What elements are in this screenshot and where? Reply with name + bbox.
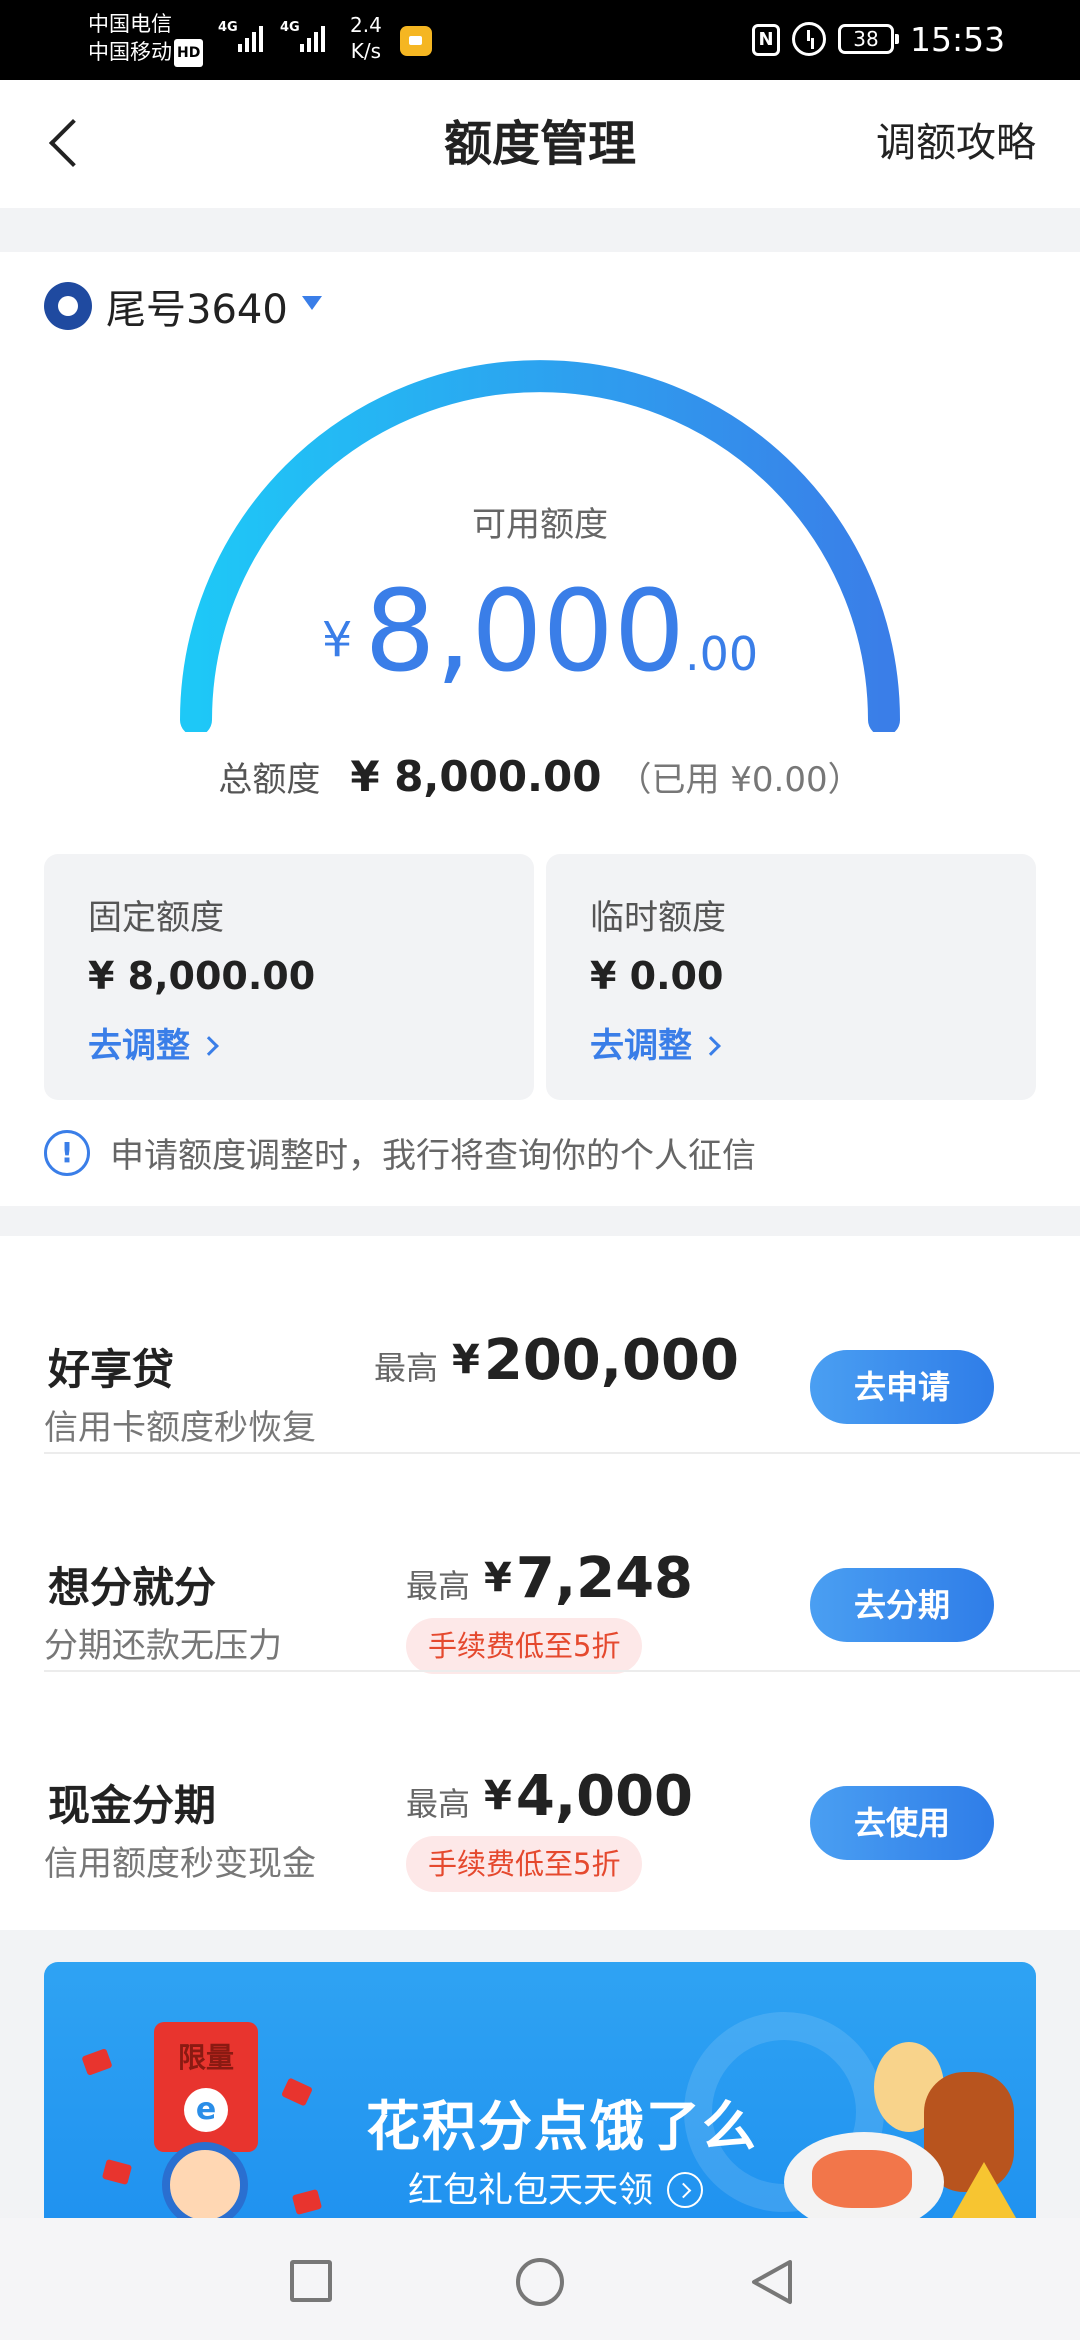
carrier-info: 中国电信 中国移动 HD [88, 10, 204, 67]
products-card: 好享贷 信用卡额度秒恢复 最高 ¥200,000 去申请 想分就分 分期还款无压力… [0, 1236, 1080, 1930]
max-prefix: 最高 [374, 1349, 439, 1387]
info-icon: ! [44, 1129, 90, 1176]
chevron-right-icon [701, 1036, 721, 1056]
carrier-2: 中国移动 [88, 40, 172, 64]
product-name: 好享贷 [48, 1345, 175, 1394]
banner-subtitle: 红包礼包天天领 [408, 2162, 704, 2213]
fixed-limit-title: 固定额度 [88, 898, 224, 938]
system-navigation-bar [0, 2218, 1080, 2340]
use-button[interactable]: 去使用 [810, 1786, 994, 1860]
available-decimal: .00 [685, 627, 759, 681]
red-envelope-icon [101, 2158, 133, 2186]
fee-discount-tag: 手续费低至5折 [406, 1836, 643, 1892]
temporary-limit-box: 临时额度 ¥ 0.00 去调整 [546, 854, 1036, 1100]
notice-text: 申请额度调整时，我行将查询你的个人征信 [110, 1136, 756, 1176]
list-item: 想分就分 分期还款无压力 最高 ¥7,248 手续费低至5折 去分期 [0, 1454, 1080, 1674]
total-limit-label: 总额度 [218, 760, 321, 800]
limit-guide-link[interactable]: 调额攻略 [876, 118, 1036, 168]
signal-icon-2 [300, 22, 325, 52]
temporary-limit-title: 临时额度 [590, 898, 726, 938]
total-limit-value: ¥ 8,000.00 [350, 752, 602, 801]
total-limit-line: 总额度 ¥ 8,000.00 （已用 ¥0.00） [0, 752, 1080, 801]
speed-value: 2.4 [350, 13, 382, 37]
product-max-amount: 最高 ¥200,000 [374, 1328, 739, 1393]
temporary-limit-value: ¥ 0.00 [590, 954, 724, 998]
red-envelope-icon [81, 2048, 113, 2076]
red-envelope-icon [280, 2077, 314, 2107]
credit-check-notice: ! 申请额度调整时，我行将查询你的个人征信 [44, 1128, 756, 1177]
limited-badge: 限量 [177, 2041, 234, 2074]
red-envelope-icon [291, 2188, 323, 2216]
temporary-limit-adjust-link[interactable]: 去调整 [590, 1018, 721, 1067]
max-prefix: 最高 [406, 1567, 471, 1605]
installment-button[interactable]: 去分期 [810, 1568, 994, 1642]
available-limit-label: 可用额度 [472, 505, 608, 545]
card-selector[interactable]: 尾号3640 [44, 274, 322, 338]
product-name: 想分就分 [48, 1563, 217, 1612]
dropdown-caret-icon [301, 296, 322, 310]
fixed-limit-box: 固定额度 ¥ 8,000.00 去调整 [44, 854, 534, 1100]
product-subtitle: 信用卡额度秒恢复 [44, 1408, 316, 1448]
chevron-right-icon [199, 1036, 219, 1056]
promo-banner[interactable]: 限量 e 花积分点饿了么 红包礼包天天领 [44, 1962, 1036, 2252]
network-speed: 2.4 K/s [350, 12, 382, 64]
amount: 200,000 [483, 1328, 739, 1393]
network-type-2: 4G [280, 20, 300, 35]
back-triangle-icon[interactable] [746, 2256, 798, 2308]
chevron-circle-right-icon [667, 2172, 704, 2208]
product-max-amount: 最高 ¥7,248 [406, 1546, 693, 1611]
battery-icon: 38 [838, 24, 899, 54]
max-prefix: 最高 [406, 1785, 471, 1823]
speed-unit: K/s [350, 39, 382, 63]
clock: 15:53 [910, 20, 1006, 59]
list-item: 现金分期 信用额度秒变现金 最高 ¥4,000 手续费低至5折 去使用 [0, 1672, 1080, 1892]
fee-discount-tag: 手续费低至5折 [406, 1618, 643, 1674]
available-currency: ¥ [321, 612, 353, 668]
product-max-amount: 最高 ¥4,000 [406, 1764, 693, 1829]
currency: ¥ [484, 1555, 512, 1601]
fixed-limit-value: ¥ 8,000.00 [88, 954, 316, 998]
available-limit-amount: ¥8,000.00 [0, 572, 1080, 692]
status-bar: 中国电信 中国移动 HD 4G 4G 2.4 K/s N 38 15:53 [0, 0, 1080, 80]
home-icon[interactable] [516, 2258, 564, 2306]
app-notification-icon [400, 26, 432, 56]
ele-logo-icon: e [184, 2088, 228, 2132]
header: 额度管理 调额攻略 [0, 80, 1080, 208]
product-name: 现金分期 [48, 1781, 217, 1830]
available-integer: 8,000 [364, 567, 686, 697]
credit-limit-card: 尾号3640 可用额度 ¥8,000.00 总额度 ¥ 8,000.00 （已用 ¥… [0, 252, 1080, 1206]
recent-apps-icon[interactable] [290, 2260, 332, 2302]
amount: 7,248 [515, 1546, 693, 1611]
temporary-adjust-label: 去调整 [590, 1026, 692, 1066]
apply-button[interactable]: 去申请 [810, 1350, 994, 1424]
gift-bag-icon: 限量 e [154, 2022, 258, 2152]
used-amount: （已用 ¥0.00） [617, 760, 862, 800]
banner-subtitle-text: 红包礼包天天领 [408, 2171, 654, 2211]
delivery-rider-icon [162, 2142, 248, 2228]
amount: 4,000 [515, 1764, 693, 1829]
card-number-label: 尾号3640 [106, 287, 288, 333]
signal-icon-1 [238, 22, 263, 52]
currency: ¥ [484, 1773, 512, 1819]
fixed-adjust-label: 去调整 [88, 1026, 190, 1066]
banner-title: 花积分点饿了么 [366, 2095, 758, 2158]
currency: ¥ [452, 1337, 480, 1383]
bank-logo-icon [44, 282, 92, 330]
salmon-dish-icon [784, 2132, 944, 2232]
product-subtitle: 分期还款无压力 [44, 1626, 282, 1666]
alarm-icon [792, 22, 826, 56]
back-arrow-icon[interactable] [40, 108, 100, 178]
carrier-1: 中国电信 [88, 12, 172, 36]
fixed-limit-adjust-link[interactable]: 去调整 [88, 1018, 219, 1067]
hd-badge: HD [174, 39, 204, 67]
nfc-icon: N [752, 24, 780, 56]
product-subtitle: 信用额度秒变现金 [44, 1844, 316, 1884]
network-type-1: 4G [218, 20, 238, 35]
list-item: 好享贷 信用卡额度秒恢复 最高 ¥200,000 去申请 [0, 1236, 1080, 1454]
